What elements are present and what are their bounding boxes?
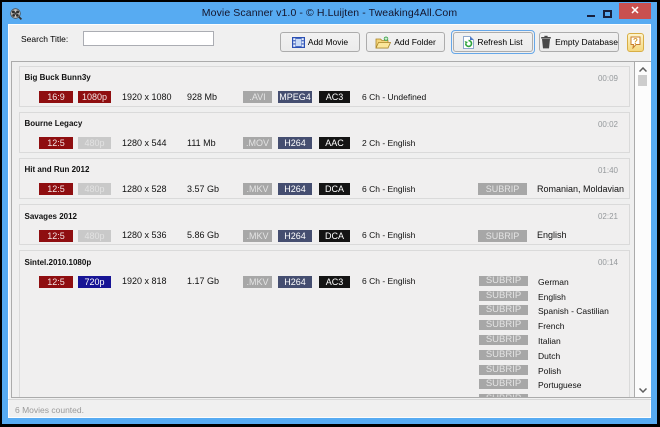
svg-text:?: ?: [633, 37, 638, 46]
